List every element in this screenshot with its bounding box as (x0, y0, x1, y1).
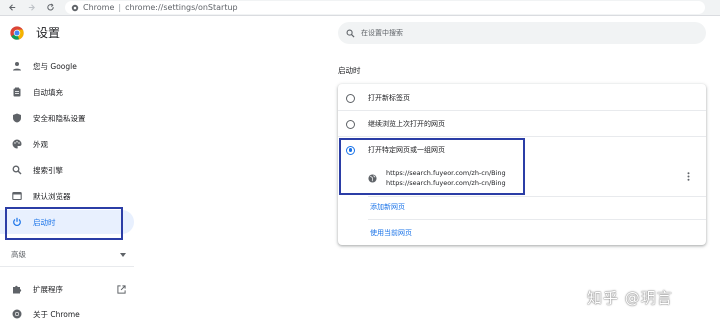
settings-header: 设置 (10, 24, 60, 41)
section-title-on-startup: 启动时 (338, 66, 361, 75)
row-divider (338, 110, 706, 111)
annotation-highlight-box (339, 138, 525, 195)
open-in-new-icon (117, 284, 126, 294)
sidebar-advanced-label: 高级 (11, 250, 26, 259)
more-vert-icon (687, 172, 690, 181)
clipboard-icon (11, 86, 23, 98)
sidebar-item-label: 扩展程序 (33, 284, 63, 294)
back-button[interactable] (5, 1, 19, 15)
row-divider (368, 196, 706, 197)
sidebar-item-search-engine[interactable]: 搜索引擎 (0, 158, 134, 182)
shield-icon (11, 112, 23, 124)
row-divider (338, 136, 706, 137)
sidebar-item-privacy[interactable]: 安全和隐私设置 (0, 106, 134, 130)
radio-option-continue[interactable]: 继续浏览上次打开的网页 (346, 119, 445, 129)
reload-button[interactable] (43, 1, 57, 15)
sidebar-item-label: 安全和隐私设置 (33, 113, 86, 123)
reload-icon (46, 3, 54, 11)
watermark-text: 知乎 @玥言 (587, 289, 673, 307)
radio-option-new-tab[interactable]: 打开新标签页 (346, 93, 410, 103)
chrome-page-icon (71, 4, 79, 11)
back-arrow-icon (8, 4, 15, 11)
address-bar[interactable]: Chrome | chrome://settings/onStartup (65, 1, 705, 14)
radio-button[interactable] (346, 119, 355, 129)
palette-icon (11, 138, 23, 150)
sidebar-item-label: 默认浏览器 (33, 191, 71, 201)
radio-label: 继续浏览上次打开的网页 (368, 120, 445, 128)
sidebar-item-label: 外观 (33, 139, 48, 149)
person-icon (11, 60, 23, 72)
puzzle-icon (11, 283, 23, 295)
search-icon (346, 29, 355, 38)
omnibox-site-label: Chrome (83, 3, 115, 12)
caret-down-icon (120, 252, 126, 257)
search-input[interactable] (361, 29, 681, 37)
settings-title: 设置 (36, 26, 61, 40)
chrome-logo-icon (11, 308, 23, 320)
sidebar-item-appearance[interactable]: 外观 (0, 132, 134, 156)
browser-icon (11, 190, 23, 202)
forward-button[interactable] (24, 1, 38, 15)
omnibox-url: chrome://settings/onStartup (125, 3, 238, 12)
sidebar-item-you-and-google[interactable]: 您与 Google (0, 54, 134, 78)
browser-toolbar: Chrome | chrome://settings/onStartup (0, 0, 720, 16)
add-new-page-link[interactable]: 添加新网页 (370, 202, 405, 212)
sidebar-item-label: 自动填充 (33, 87, 63, 97)
sidebar-item-label: 您与 Google (33, 61, 77, 71)
more-actions-button[interactable] (687, 172, 690, 182)
sidebar-item-default-browser[interactable]: 默认浏览器 (0, 184, 134, 208)
sidebar-divider (0, 266, 134, 267)
use-current-pages-link[interactable]: 使用当前网页 (370, 228, 412, 238)
row-divider (368, 219, 706, 220)
sidebar-item-extensions[interactable]: 扩展程序 (0, 277, 134, 301)
search-icon (11, 164, 23, 176)
radio-button[interactable] (346, 93, 355, 103)
radio-label: 打开新标签页 (368, 94, 410, 102)
annotation-highlight-box (5, 207, 123, 240)
omnibox-separator: | (118, 3, 122, 12)
sidebar-item-label: 搜索引擎 (33, 165, 63, 175)
sidebar-item-autofill[interactable]: 自动填充 (0, 80, 134, 104)
sidebar-item-label: 关于 Chrome (33, 309, 80, 319)
forward-arrow-icon (28, 4, 35, 11)
sidebar-item-about-chrome[interactable]: 关于 Chrome (0, 302, 134, 326)
settings-search-box[interactable] (338, 22, 706, 44)
sidebar-advanced-toggle[interactable]: 高级 (11, 249, 126, 260)
chrome-logo-icon (10, 25, 24, 40)
